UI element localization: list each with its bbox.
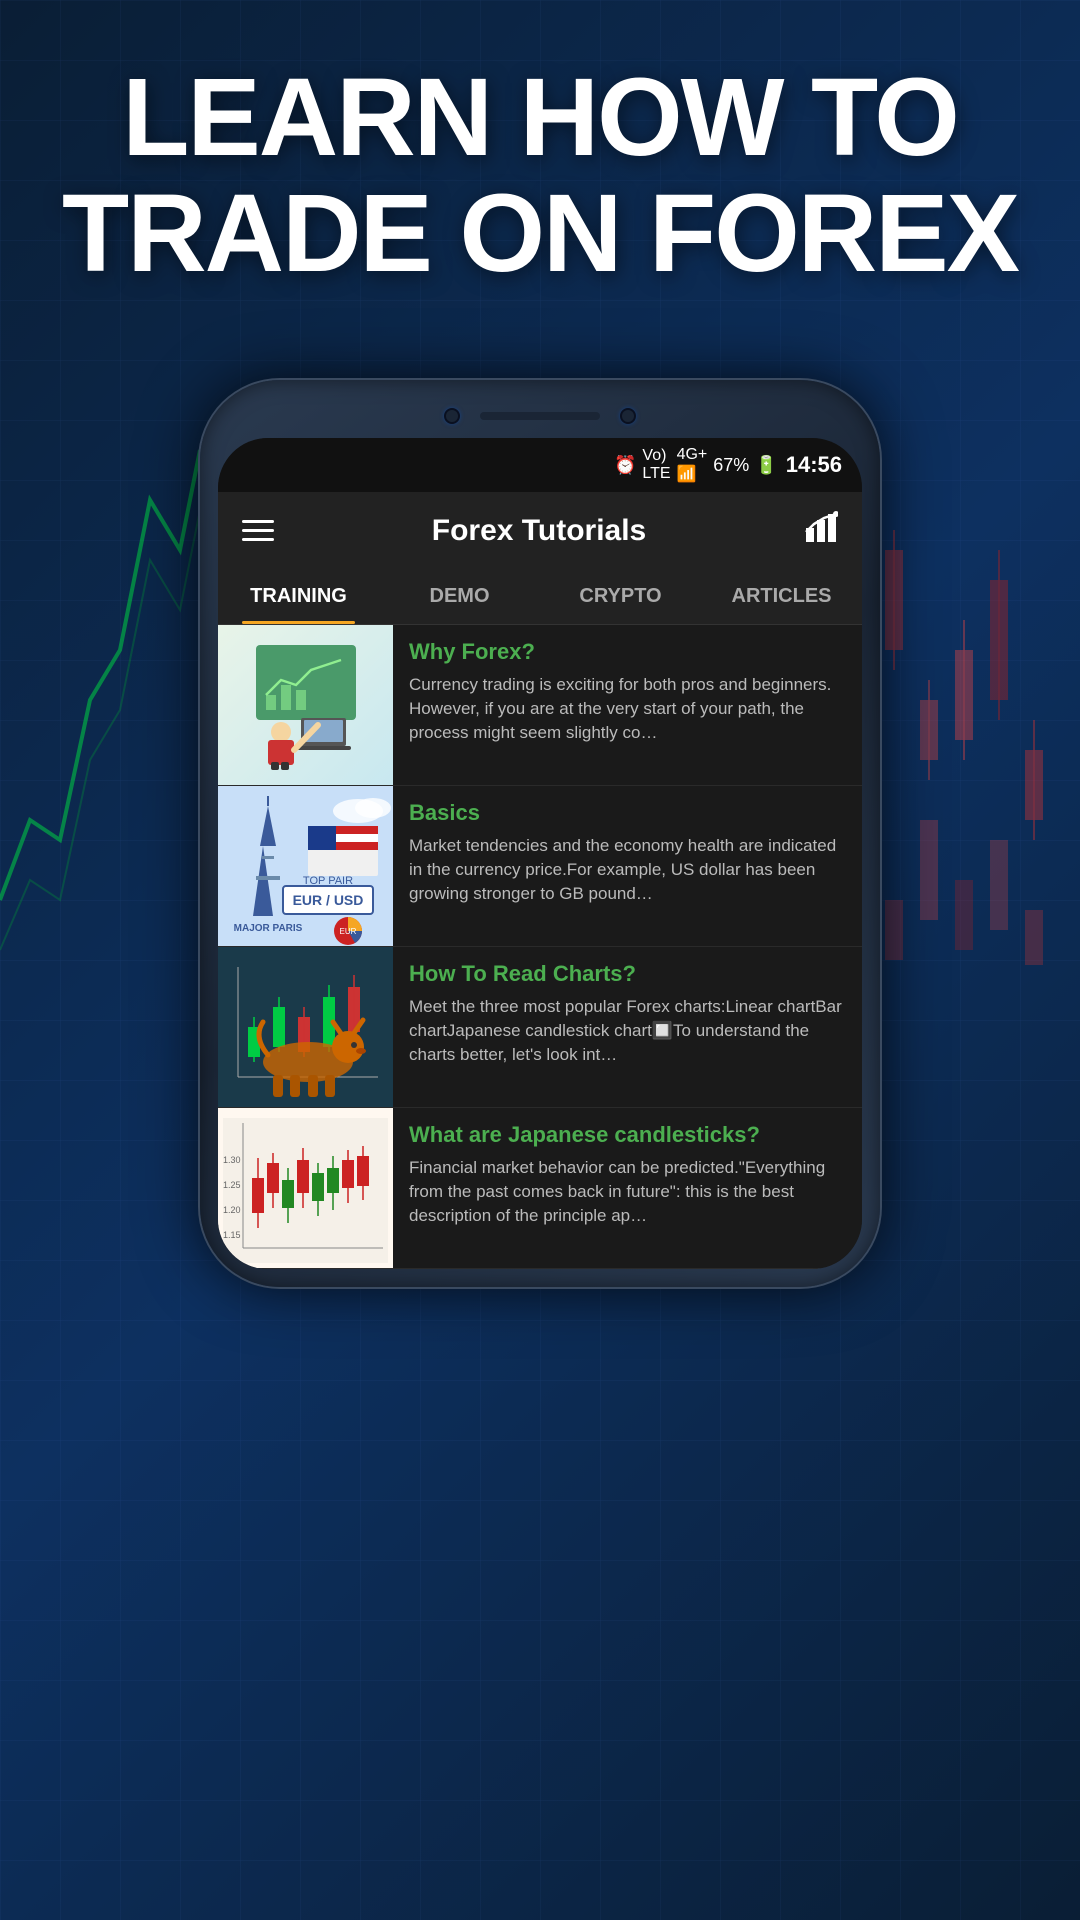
hamburger-menu-button[interactable] xyxy=(242,520,274,541)
status-time: 14:56 xyxy=(786,452,842,478)
article-content-basics: Basics Market tendencies and the economy… xyxy=(393,786,862,946)
battery-text: 67% xyxy=(713,455,749,476)
article-thumb-why-forex xyxy=(218,625,393,785)
article-list: Why Forex? Currency trading is exciting … xyxy=(218,625,862,1269)
article-excerpt-charts: Meet the three most popular Forex charts… xyxy=(409,995,846,1066)
svg-text:1.20: 1.20 xyxy=(223,1205,241,1215)
phone-top-bar xyxy=(218,398,862,438)
svg-text:1.15: 1.15 xyxy=(223,1230,241,1240)
status-icons: ⏰ Vo)LTE 4G+📶 67% 🔋 xyxy=(614,446,778,484)
svg-text:EUR: EUR xyxy=(340,927,357,936)
article-thumb-basics: EUR / USD TOP PAIR MAJOR PARIS EUR xyxy=(218,786,393,946)
signal-text: Vo)LTE xyxy=(642,447,670,483)
network-icon: 4G+📶 xyxy=(677,446,708,484)
article-item-why-forex[interactable]: Why Forex? Currency trading is exciting … xyxy=(218,625,862,786)
tab-demo[interactable]: DEMO xyxy=(379,569,540,624)
tab-training[interactable]: TRAINING xyxy=(218,569,379,624)
alarm-icon: ⏰ xyxy=(614,455,636,476)
article-excerpt-candlesticks: Financial market behavior can be predict… xyxy=(409,1156,846,1227)
phone-screen: ⏰ Vo)LTE 4G+📶 67% 🔋 14:56 Forex Tutorial… xyxy=(218,438,862,1269)
article-item-candlesticks[interactable]: 1.30 1.25 1.20 1.15 What are Japanese ca… xyxy=(218,1108,862,1269)
battery-icon: 🔋 xyxy=(755,455,777,476)
article-title-charts: How To Read Charts? xyxy=(409,961,846,987)
article-item-charts[interactable]: How To Read Charts? Meet the three most … xyxy=(218,947,862,1108)
hero-section: LEARN HOW TO TRADE ON FOREX xyxy=(0,60,1080,291)
tab-bar: TRAINING DEMO CRYPTO ARTICLES xyxy=(218,569,862,625)
phone-camera-left xyxy=(444,408,460,424)
article-item-basics[interactable]: EUR / USD TOP PAIR MAJOR PARIS EUR xyxy=(218,786,862,947)
svg-text:1.30: 1.30 xyxy=(223,1155,241,1165)
svg-text:EUR / USD: EUR / USD xyxy=(293,892,364,908)
article-thumb-charts xyxy=(218,947,393,1107)
article-title-why-forex: Why Forex? xyxy=(409,639,846,665)
article-excerpt-why-forex: Currency trading is exciting for both pr… xyxy=(409,673,846,744)
phone-mockup: ⏰ Vo)LTE 4G+📶 67% 🔋 14:56 Forex Tutorial… xyxy=(200,380,880,1287)
article-thumb-candlesticks: 1.30 1.25 1.20 1.15 xyxy=(218,1108,393,1268)
phone-camera-right xyxy=(620,408,636,424)
phone-outer-shell: ⏰ Vo)LTE 4G+📶 67% 🔋 14:56 Forex Tutorial… xyxy=(200,380,880,1287)
svg-text:TOP PAIR: TOP PAIR xyxy=(303,875,353,887)
status-bar: ⏰ Vo)LTE 4G+📶 67% 🔋 14:56 xyxy=(218,438,862,492)
article-content-charts: How To Read Charts? Meet the three most … xyxy=(393,947,862,1107)
app-header: Forex Tutorials xyxy=(218,492,862,569)
article-content-why-forex: Why Forex? Currency trading is exciting … xyxy=(393,625,862,785)
tab-articles[interactable]: ARTICLES xyxy=(701,569,862,624)
phone-speaker xyxy=(480,412,600,420)
app-title: Forex Tutorials xyxy=(432,514,646,548)
article-excerpt-basics: Market tendencies and the economy health… xyxy=(409,834,846,905)
tab-crypto[interactable]: CRYPTO xyxy=(540,569,701,624)
hero-title: LEARN HOW TO TRADE ON FOREX xyxy=(60,60,1020,291)
article-title-basics: Basics xyxy=(409,800,846,826)
svg-text:1.25: 1.25 xyxy=(223,1180,241,1190)
background-chart-left xyxy=(0,300,200,1000)
chart-stats-icon[interactable] xyxy=(804,510,838,551)
svg-text:MAJOR PARIS: MAJOR PARIS xyxy=(234,923,303,934)
article-content-candlesticks: What are Japanese candlesticks? Financia… xyxy=(393,1108,862,1268)
article-title-candlesticks: What are Japanese candlesticks? xyxy=(409,1122,846,1148)
